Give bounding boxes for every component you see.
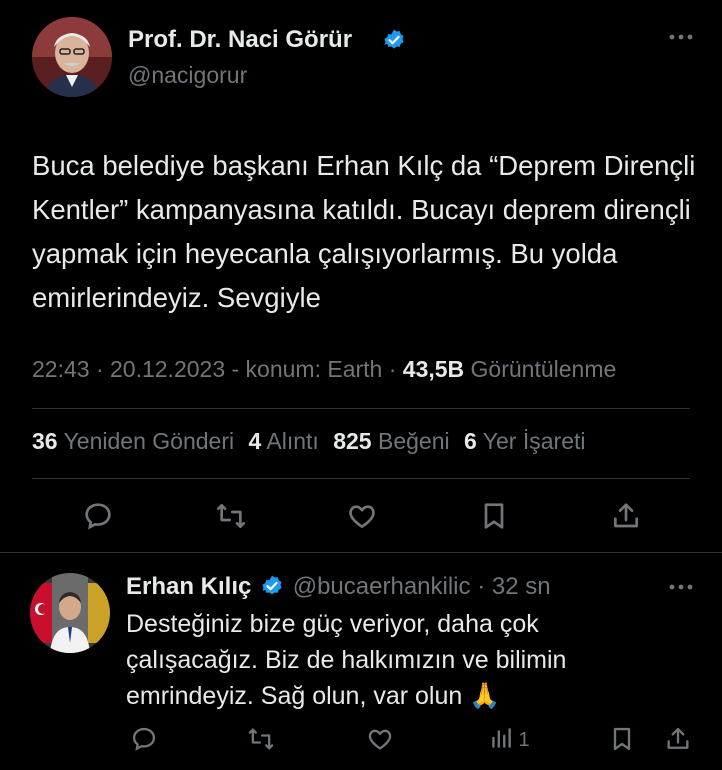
reply-icon[interactable] bbox=[130, 725, 158, 753]
verified-badge-icon bbox=[382, 28, 406, 52]
like-icon[interactable] bbox=[366, 725, 394, 753]
bookmark-icon[interactable] bbox=[478, 500, 510, 532]
divider bbox=[32, 408, 690, 409]
verified-badge-icon bbox=[260, 574, 284, 605]
divider bbox=[32, 478, 690, 479]
reply-author-handle[interactable]: @bucaerhankilic bbox=[293, 573, 471, 600]
tweet-text: Buca belediye başkanı Erhan Kılç da “Dep… bbox=[32, 150, 696, 313]
reply-time[interactable]: · 32 sn bbox=[477, 573, 550, 600]
author-handle[interactable]: @nacigorur bbox=[128, 62, 247, 89]
share-icon[interactable] bbox=[664, 725, 692, 753]
reply-icon[interactable] bbox=[82, 500, 114, 532]
engagement-stats: 36 Yeniden Gönderi 4 Alıntı 825 Beğeni 6… bbox=[32, 428, 585, 455]
reply-views-count: 1 bbox=[518, 729, 530, 751]
divider bbox=[0, 552, 722, 553]
reply-avatar[interactable] bbox=[30, 573, 110, 653]
stat-quotes[interactable]: 4 Alıntı bbox=[248, 428, 325, 454]
share-icon[interactable] bbox=[610, 500, 642, 532]
reply-text: Desteğiniz bize güç veriyor, daha çok ça… bbox=[126, 610, 567, 710]
tweet-timestamp[interactable]: 22:43 · 20.12.2023 - konum: Earth · bbox=[32, 356, 396, 382]
views-button[interactable]: 1 bbox=[488, 725, 530, 756]
author-name[interactable]: Prof. Dr. Naci Görür bbox=[128, 26, 352, 54]
repost-icon[interactable] bbox=[214, 500, 248, 532]
repost-icon[interactable] bbox=[246, 725, 276, 753]
stat-reposts[interactable]: 36 Yeniden Gönderi bbox=[32, 428, 240, 454]
more-icon[interactable] bbox=[668, 582, 694, 592]
reply-header: Erhan Kılıç @bucaerhankilic · 32 sn bbox=[126, 573, 551, 605]
author-avatar[interactable] bbox=[32, 17, 112, 97]
more-icon[interactable] bbox=[668, 32, 694, 42]
views-count: 43,5B bbox=[402, 356, 465, 382]
bookmark-icon[interactable] bbox=[608, 725, 636, 753]
tweet-meta: 22:43 · 20.12.2023 - konum: Earth · 43,5… bbox=[32, 356, 616, 383]
like-icon[interactable] bbox=[346, 500, 378, 532]
stat-likes[interactable]: 825 Beğeni bbox=[333, 428, 456, 454]
reply-author-name[interactable]: Erhan Kılıç bbox=[126, 573, 251, 600]
views-label: Görüntülenme bbox=[470, 356, 617, 382]
views-chart-icon bbox=[488, 725, 514, 756]
stat-bookmarks[interactable]: 6 Yer İşareti bbox=[464, 428, 585, 454]
